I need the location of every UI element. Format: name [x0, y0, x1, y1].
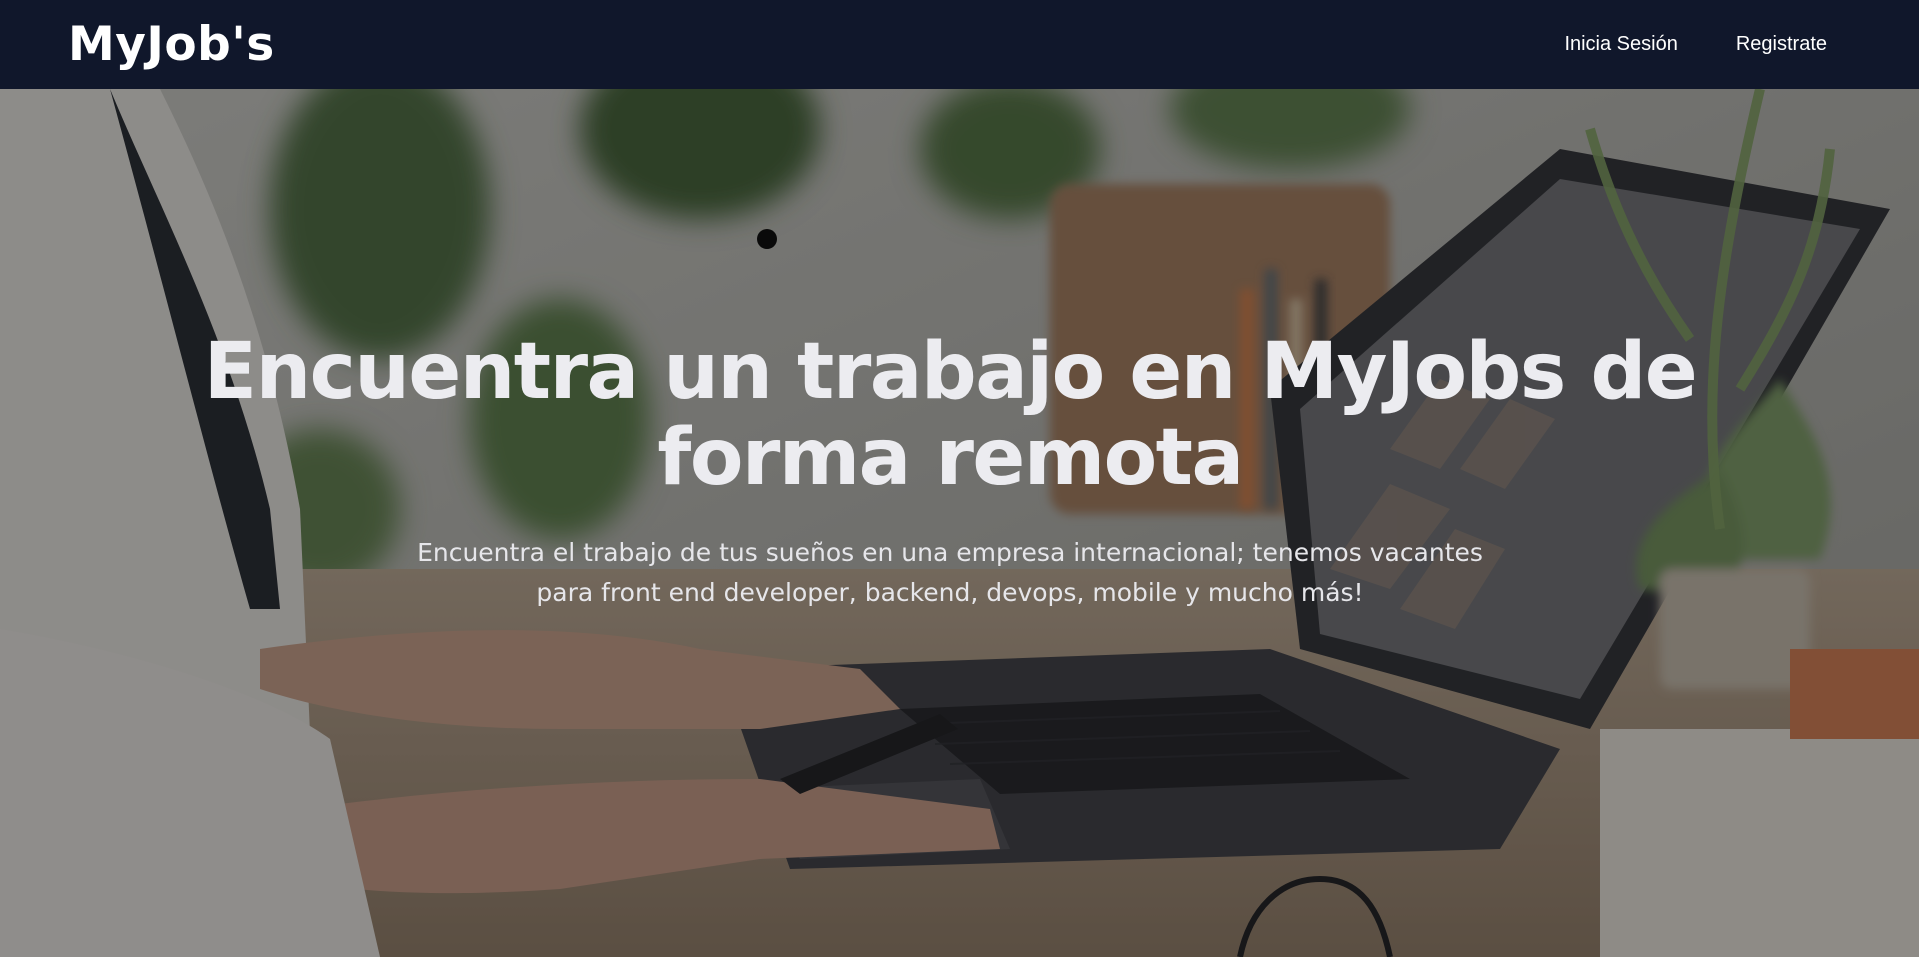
cursor-icon: [757, 229, 777, 249]
login-link[interactable]: Inicia Sesión: [1564, 33, 1677, 56]
hero-section: Encuentra un trabajo en MyJobs de forma …: [0, 89, 1919, 957]
hero-overlay: [0, 89, 1919, 957]
register-link[interactable]: Registrate: [1736, 33, 1827, 56]
navbar: MyJob's Inicia Sesión Registrate: [0, 0, 1919, 89]
logo[interactable]: MyJob's: [68, 17, 275, 72]
nav-links: Inicia Sesión Registrate: [1564, 33, 1851, 56]
hero-title: Encuentra un trabajo en MyJobs de forma …: [203, 327, 1698, 503]
hero-subtitle: Encuentra el trabajo de tus sueños en un…: [417, 538, 1483, 607]
